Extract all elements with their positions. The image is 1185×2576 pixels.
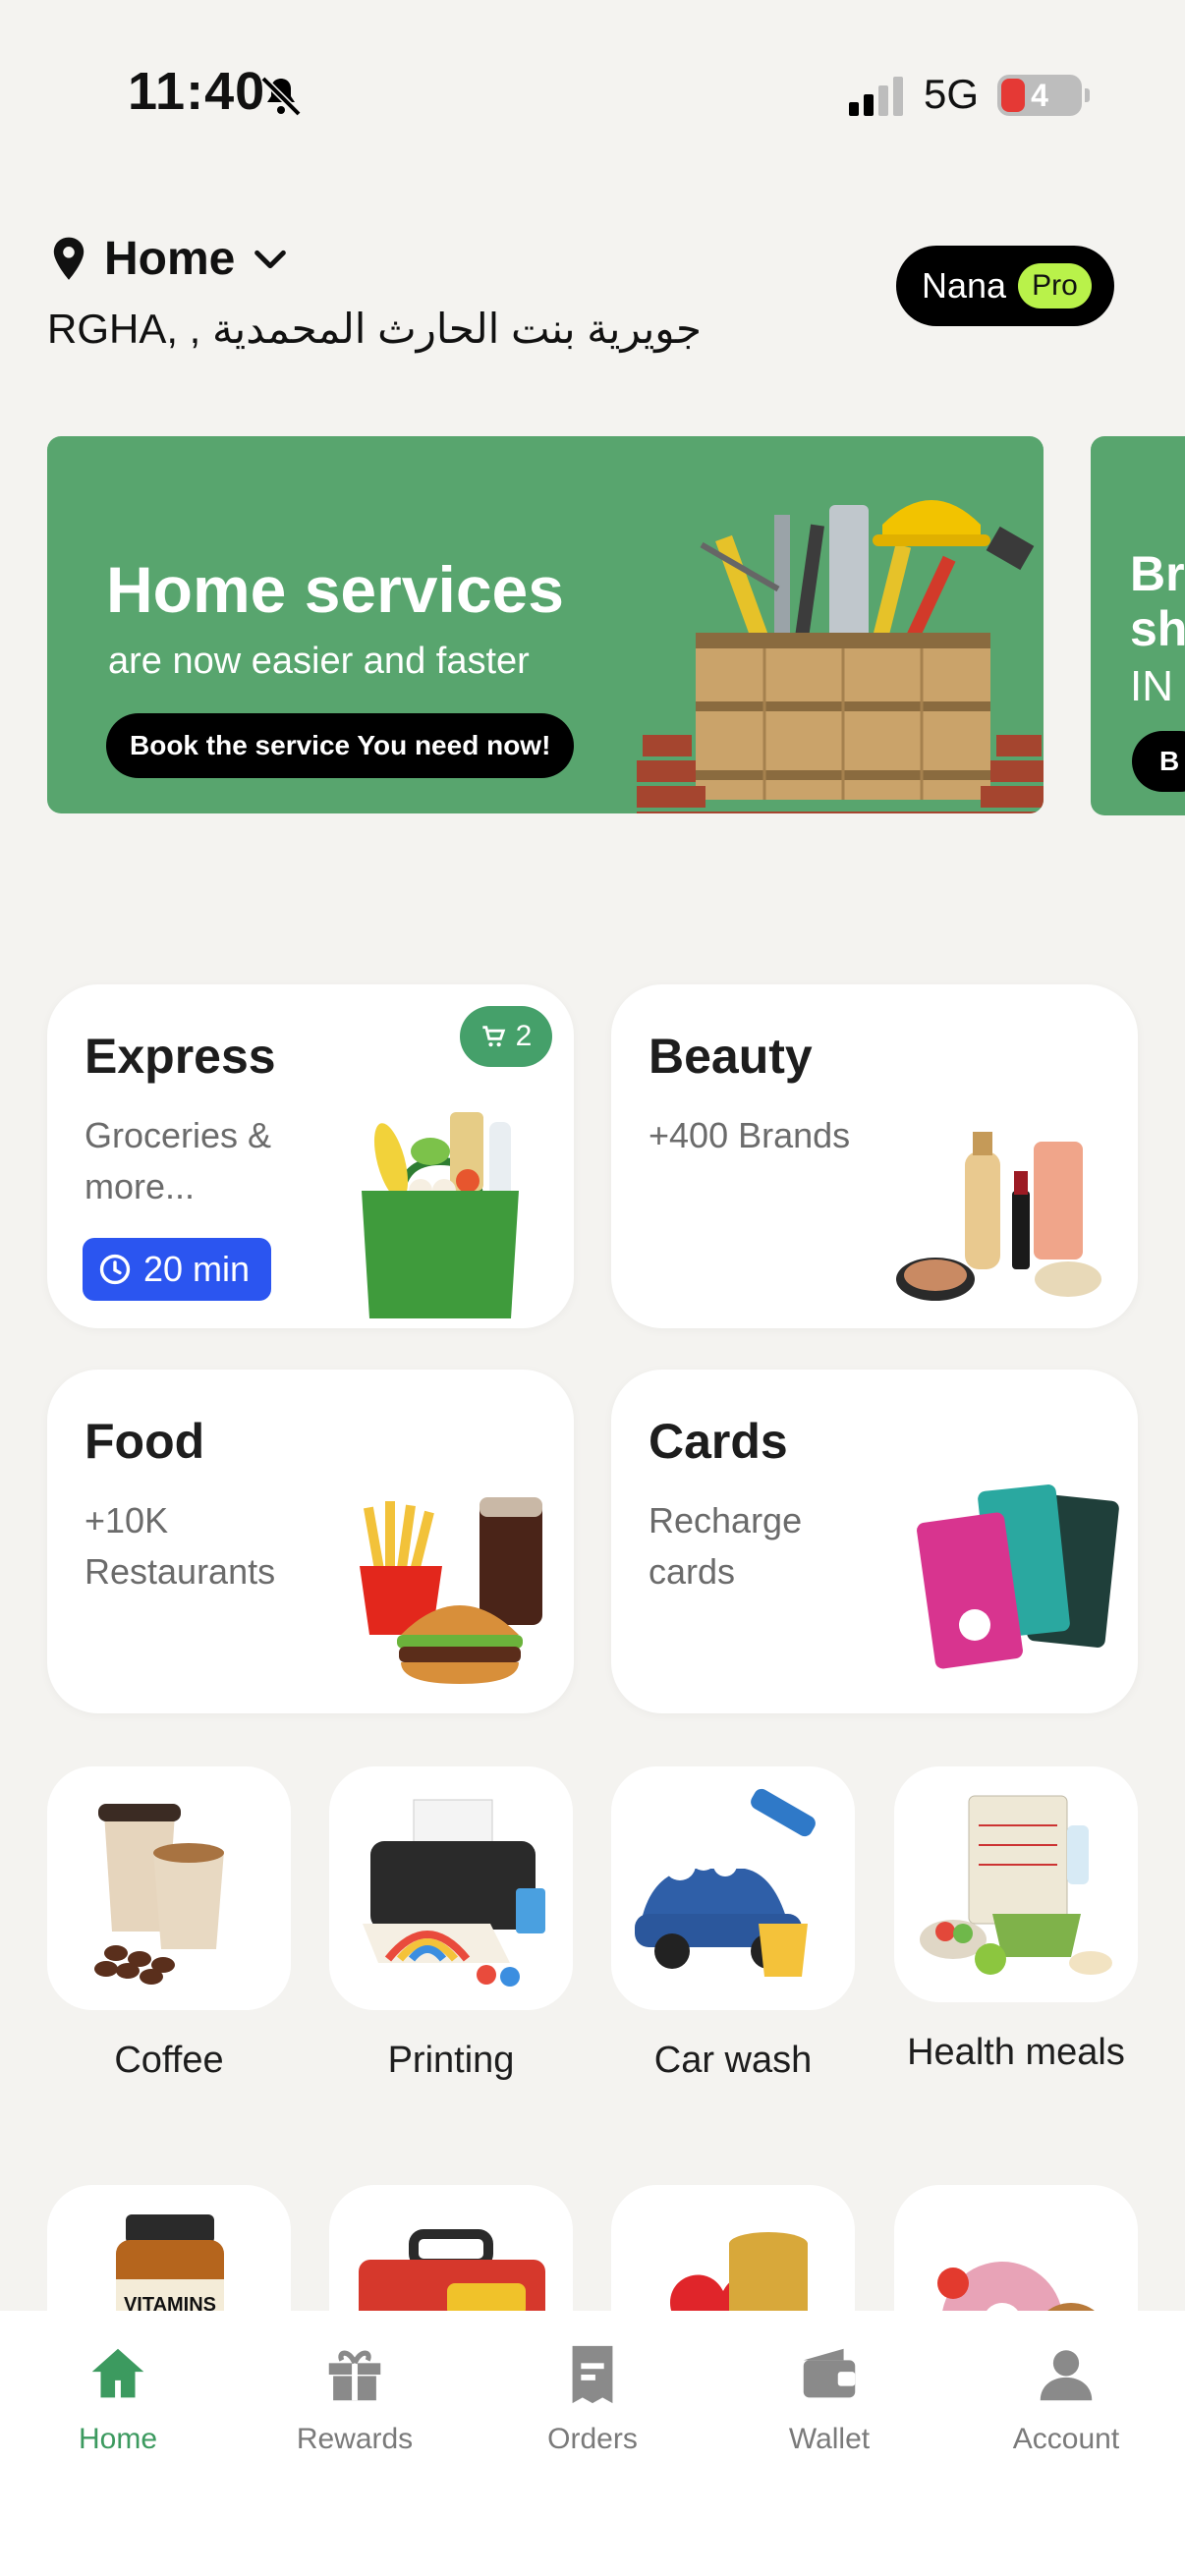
battery-icon: 4: [997, 75, 1090, 116]
printer-icon: [363, 1799, 545, 1987]
service-title: Express: [85, 1029, 276, 1084]
category-label-printing: Printing: [387, 2040, 515, 2081]
chevron-down-icon: [254, 250, 287, 268]
nav-label: Account: [1012, 2423, 1120, 2455]
service-card-food[interactable]: Food +10K Restaurants: [47, 1370, 574, 1713]
service-subtitle: Groceries & more...: [85, 1115, 272, 1206]
nav-orders[interactable]: Orders: [484, 2340, 701, 2456]
service-subtitle: +10K Restaurants: [85, 1500, 276, 1592]
home-icon: [91, 2348, 144, 2398]
nav-label: Home: [78, 2423, 158, 2455]
banner-cta-button[interactable]: Book the service You need now!: [106, 713, 575, 778]
pro-badge: Pro: [1018, 263, 1092, 308]
banner-title: Home services: [106, 553, 564, 626]
service-card-cards[interactable]: Cards Recharge cards: [611, 1370, 1138, 1713]
category-tile-health-meals[interactable]: [894, 1766, 1138, 2002]
nav-rewards[interactable]: Rewards: [247, 2340, 463, 2456]
category-tile-car-wash[interactable]: [611, 1766, 855, 2010]
banner-subtitle: are now easier and faster: [108, 641, 530, 682]
category-tile-coffee[interactable]: [47, 1766, 291, 2010]
wallet-icon: [803, 2348, 856, 2398]
location-pin-icon: [53, 237, 85, 280]
profile-pro-button[interactable]: Nana Pro: [896, 246, 1114, 326]
service-title: Cards: [649, 1414, 788, 1469]
service-subtitle: Recharge cards: [649, 1500, 803, 1592]
status-time: 11:40: [128, 62, 266, 121]
status-bar: 11:40 5G 4: [0, 0, 1185, 196]
nav-label: Wallet: [788, 2423, 871, 2455]
category-label-health-meals: Health meals: [907, 2032, 1125, 2073]
coffee-cups-icon: [94, 1804, 224, 1985]
promo-banner-next[interactable]: Br sh IN B: [1091, 436, 1185, 815]
bell-muted-icon: [260, 76, 302, 117]
gift-cards-icon: [917, 1484, 1119, 1669]
banner-next-title: Br sh: [1130, 546, 1185, 656]
delivery-address[interactable]: RGHA, , جويرية بنت الحارث المحمدية: [47, 305, 702, 353]
service-card-express[interactable]: Express Groceries & more... 20 min 2: [47, 984, 574, 1328]
person-icon: [1040, 2350, 1093, 2401]
gift-icon: [328, 2350, 381, 2401]
location-label: Home: [104, 233, 236, 285]
location-selector[interactable]: Home: [49, 232, 290, 286]
nav-home[interactable]: Home: [10, 2340, 226, 2456]
nav-wallet[interactable]: Wallet: [721, 2340, 937, 2456]
nav-label: Rewards: [296, 2423, 414, 2455]
nav-account[interactable]: Account: [958, 2340, 1174, 2456]
bottom-navigation: Home Rewards Orders Wallet Account: [0, 2311, 1185, 2576]
battery-level: 4: [1031, 78, 1048, 113]
network-type: 5G: [924, 71, 980, 117]
banner-next-subtitle: IN: [1130, 662, 1173, 710]
burger-meal-icon: [360, 1497, 542, 1684]
service-title: Beauty: [649, 1029, 813, 1084]
category-label-car-wash: Car wash: [653, 2040, 813, 2081]
delivery-time-badge: 20 min: [83, 1238, 272, 1301]
cart-icon: [481, 1026, 505, 1047]
cart-count-badge[interactable]: 2: [460, 1006, 552, 1067]
health-meals-icon: [920, 1795, 1112, 1975]
banner-next-button[interactable]: B: [1132, 731, 1185, 792]
cosmetics-icon: [896, 1132, 1101, 1301]
cell-signal-icon: [849, 77, 903, 116]
grocery-bag-icon: [362, 1112, 519, 1318]
receipt-icon: [572, 2345, 613, 2404]
nav-label: Orders: [547, 2423, 638, 2455]
category-label-coffee: Coffee: [114, 2040, 224, 2081]
promo-banner[interactable]: Home services are now easier and faster …: [47, 436, 1044, 813]
toolbox-illustration: [637, 500, 1044, 813]
service-card-beauty[interactable]: Beauty +400 Brands: [611, 984, 1138, 1328]
clock-icon: [99, 1254, 131, 1285]
category-tile-printing[interactable]: [329, 1766, 573, 2010]
service-title: Food: [85, 1414, 205, 1469]
user-name: Nana: [922, 265, 1007, 306]
car-wash-icon: [635, 1788, 816, 1977]
